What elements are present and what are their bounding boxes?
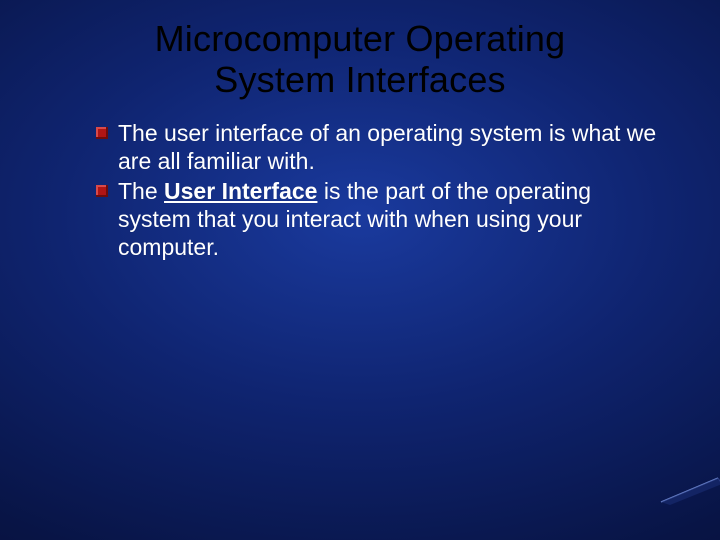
- square-bullet-icon: [96, 127, 108, 139]
- title-line-1: Microcomputer Operating: [155, 18, 566, 59]
- page-curl-icon: [656, 472, 720, 506]
- bullet-2-underline: User Interface: [164, 178, 317, 204]
- slide: Microcomputer Operating System Interface…: [0, 0, 720, 540]
- title-line-2: System Interfaces: [214, 59, 506, 100]
- bullet-text-1: The user interface of an operating syste…: [118, 119, 660, 175]
- list-item: The user interface of an operating syste…: [96, 119, 660, 175]
- slide-title: Microcomputer Operating System Interface…: [40, 18, 680, 101]
- slide-body: The user interface of an operating syste…: [96, 119, 660, 261]
- bullet-2-pre: The: [118, 178, 164, 204]
- square-bullet-icon: [96, 185, 108, 197]
- bullet-text-2: The User Interface is the part of the op…: [118, 177, 660, 261]
- list-item: The User Interface is the part of the op…: [96, 177, 660, 261]
- bullet-1-pre: The user interface of an operating syste…: [118, 120, 656, 174]
